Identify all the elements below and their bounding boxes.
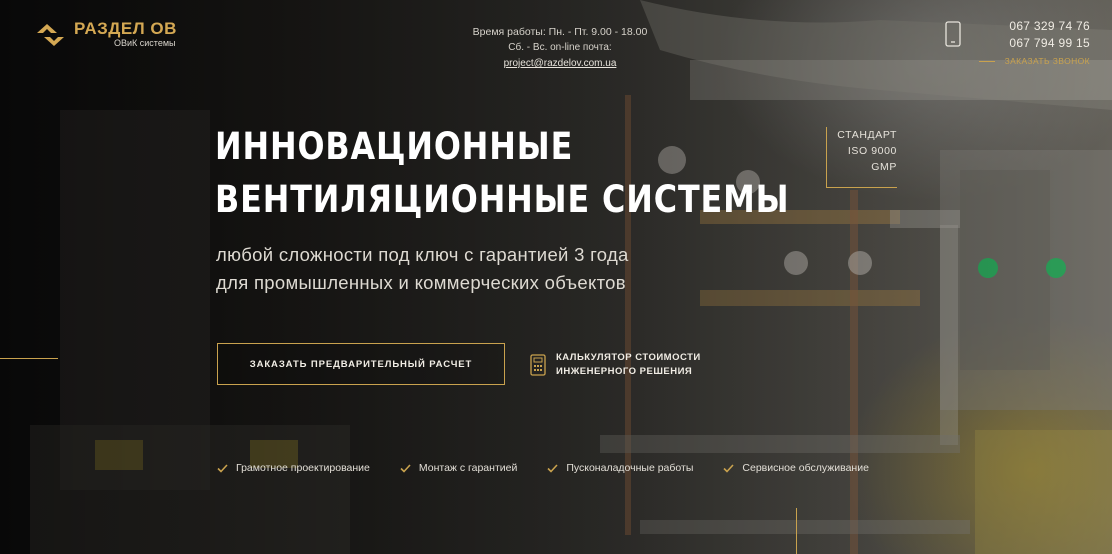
- badge-line-2: ISO 9000: [847, 145, 897, 157]
- phone-number-2[interactable]: 067 794 99 15: [979, 35, 1090, 52]
- accent-line: [0, 358, 58, 359]
- hero-subtitle-line-1: любой сложности под ключ с гарантией 3 г…: [216, 244, 629, 265]
- callback-line: [978, 60, 995, 62]
- standard-badge: СТАНДАРТ ISO 9000 GMP: [826, 127, 897, 188]
- order-estimate-button[interactable]: ЗАКАЗАТЬ ПРЕДВАРИТЕЛЬНЫЙ РАСЧЕТ: [217, 343, 505, 385]
- feature-label: Грамотное проектирование: [236, 462, 370, 474]
- feature-item: Грамотное проектирование: [217, 462, 370, 474]
- hero-title-line-2: ВЕНТИЛЯЦИОННЫЕ СИСТЕМЫ: [215, 178, 790, 221]
- phone-number-1[interactable]: 067 329 74 76: [979, 18, 1090, 35]
- badge-line-1: СТАНДАРТ: [837, 129, 897, 141]
- contact-block: 067 329 74 76 067 794 99 15 ЗАКАЗАТЬ ЗВО…: [944, 18, 1090, 66]
- feature-label: Пусконаладочные работы: [566, 462, 694, 474]
- callback-label: ЗАКАЗАТЬ ЗВОНОК: [1004, 56, 1090, 66]
- site-logo[interactable]: РАЗДЕЛ ОВ ОВиК системы: [34, 20, 177, 49]
- badge-line-3: GMP: [871, 161, 897, 173]
- feature-item: Монтаж с гарантией: [400, 462, 517, 474]
- hero-title: ИННОВАЦИОННЫЕ ВЕНТИЛЯЦИОННЫЕ СИСТЕМЫ: [215, 120, 789, 226]
- features-list: Грамотное проектирование Монтаж с гарант…: [217, 462, 869, 474]
- brand-name: РАЗДЕЛ ОВ: [74, 19, 177, 38]
- calculator-link[interactable]: КАЛЬКУЛЯТОР СТОИМОСТИ ИНЖЕНЕРНОГО РЕШЕНИ…: [530, 351, 701, 379]
- feature-label: Монтаж с гарантией: [418, 462, 518, 474]
- feature-item: Сервисное обслуживание: [723, 462, 869, 474]
- email-link[interactable]: project@razdelov.com.ua: [504, 58, 617, 69]
- calculator-label-line-1: КАЛЬКУЛЯТОР СТОИМОСТИ: [556, 352, 701, 363]
- feature-label: Сервисное обслуживание: [742, 462, 869, 474]
- work-hours: Время работы: Пн. - Пт. 9.00 - 18.00 Сб.…: [455, 24, 665, 72]
- logo-mark-icon: [37, 23, 64, 46]
- hours-weekdays: Время работы: Пн. - Пт. 9.00 - 18.00: [472, 26, 648, 38]
- scroll-indicator-line: [796, 508, 797, 554]
- phone-icon: [944, 21, 961, 47]
- check-icon: [723, 463, 734, 473]
- check-icon: [217, 463, 228, 473]
- hero-subtitle: любой сложности под ключ с гарантией 3 г…: [216, 241, 629, 297]
- brand-tagline: ОВиК системы: [114, 38, 176, 48]
- hours-weekend: Сб. - Вс. on-line почта:: [508, 42, 612, 53]
- hero-subtitle-line-2: для промышленных и коммерческих объектов: [216, 272, 626, 293]
- check-icon: [400, 463, 411, 473]
- feature-item: Пусконаладочные работы: [547, 462, 693, 474]
- callback-button[interactable]: ЗАКАЗАТЬ ЗВОНОК: [978, 56, 1090, 66]
- calculator-icon: [530, 354, 546, 376]
- hero-section: РАЗДЕЛ ОВ ОВиК системы Время работы: Пн.…: [0, 0, 1112, 554]
- calculator-label-line-2: ИНЖЕНЕРНОГО РЕШЕНИЯ: [556, 366, 693, 377]
- check-icon: [547, 463, 558, 473]
- hero-title-line-1: ИННОВАЦИОННЫЕ: [215, 125, 574, 168]
